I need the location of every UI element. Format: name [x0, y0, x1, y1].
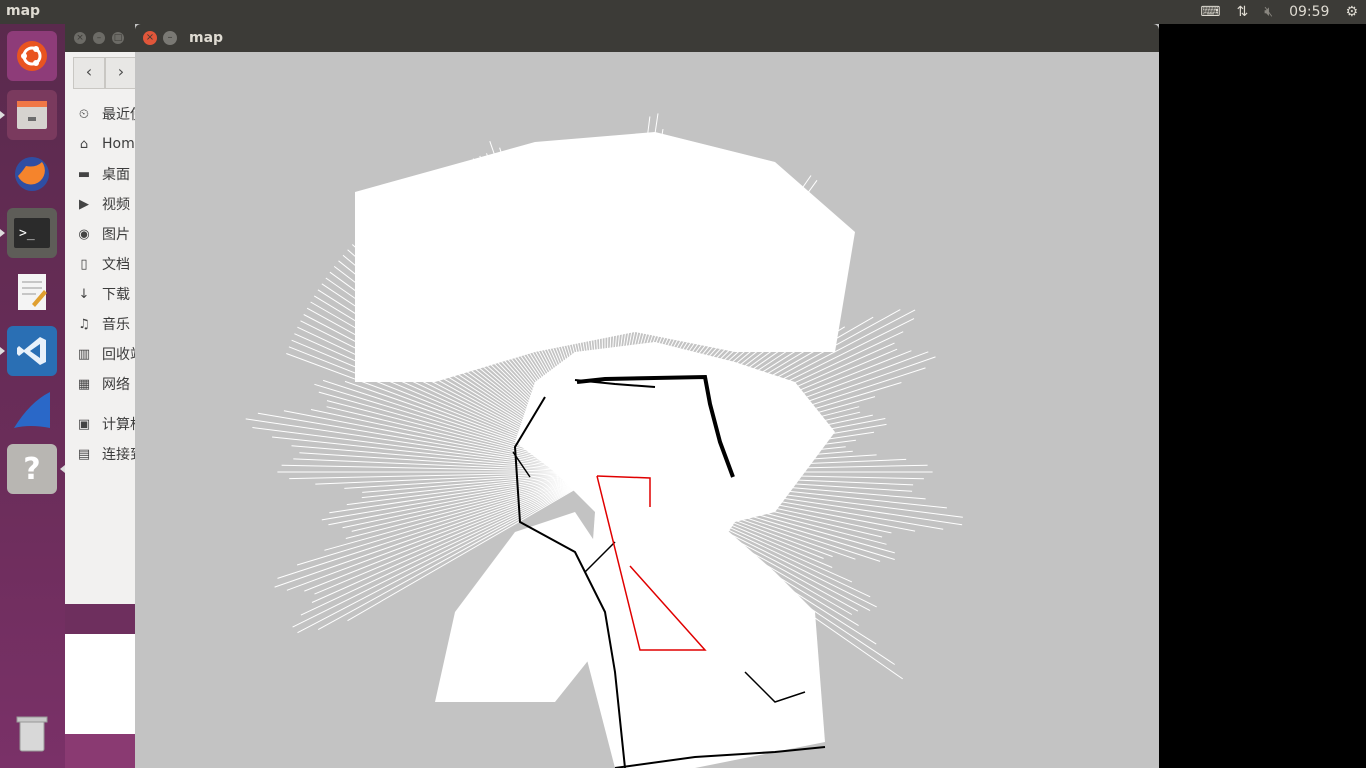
window-title: map: [189, 30, 224, 46]
sidebar-item-11[interactable]: ▤ 连接到: [75, 444, 144, 464]
forward-button[interactable]: ›: [105, 57, 137, 89]
trash-icon: ▥: [77, 346, 91, 362]
sidebar-item-1[interactable]: ⌂ Home: [75, 134, 143, 154]
files-window: × – □ ‹ › ⏲ 最近使 ⌂ Home ▬ 桌面 ▶ 视频 ◉ 图片 ▯ 文档 ↓ 下载 ♫ 音乐 ▥ 回收…: [65, 24, 145, 768]
computer-icon: ▣: [77, 416, 91, 432]
desktop-background: [65, 734, 145, 768]
sidebar-item-label: 图片: [102, 227, 130, 243]
sidebar-item-label: 视频: [102, 197, 130, 213]
sidebar-item-0[interactable]: ⏲ 最近使: [75, 104, 144, 124]
folder-icon: ▬: [77, 166, 91, 182]
files-status-bar: [65, 604, 145, 634]
sidebar-item-3[interactable]: ▶ 视频: [75, 194, 130, 214]
map-window: × – map: [135, 24, 1159, 768]
help-icon[interactable]: ?: [7, 444, 57, 494]
wireshark-icon[interactable]: [7, 385, 57, 435]
sidebar-item-4[interactable]: ◉ 图片: [75, 224, 130, 244]
sidebar-item-2[interactable]: ▬ 桌面: [75, 164, 130, 184]
document-icon: ▯: [80, 256, 88, 272]
files-close-icon[interactable]: ×: [74, 32, 86, 44]
files-content: [65, 634, 145, 734]
files-icon[interactable]: [7, 90, 57, 140]
network-icon[interactable]: ⇅: [1237, 4, 1249, 20]
sidebar-item-5[interactable]: ▯ 文档: [75, 254, 130, 274]
files-maximize-icon[interactable]: □: [112, 32, 124, 44]
top-panel: map ⌨ ⇅ 🔇︎ 09:59 ⚙: [0, 0, 1366, 24]
clock-icon: ⏲: [78, 106, 90, 122]
sidebar-item-10[interactable]: ▣ 计算机: [75, 414, 144, 434]
volume-muted-icon[interactable]: 🔇︎: [1264, 4, 1273, 20]
camera-icon: ◉: [78, 226, 90, 242]
ubuntu-logo-icon[interactable]: [7, 31, 57, 81]
sidebar-item-label: 网络: [102, 377, 130, 393]
sidebar-item-6[interactable]: ↓ 下载: [75, 284, 130, 304]
sidebar-item-label: 文档: [102, 257, 130, 273]
text-editor-icon[interactable]: [7, 267, 57, 317]
launcher: >_ ?: [0, 24, 65, 768]
home-icon: ⌂: [79, 136, 89, 152]
music-icon: ♫: [78, 316, 90, 332]
sidebar-item-9[interactable]: ▦ 网络: [75, 374, 130, 394]
clock[interactable]: 09:59: [1289, 4, 1329, 20]
files-titlebar: × – □: [65, 24, 145, 52]
sidebar-item-label: 下载: [102, 287, 130, 303]
network-icon: ▦: [77, 376, 91, 392]
settings-icon[interactable]: ⚙: [1345, 4, 1358, 20]
system-tray: ⌨ ⇅ 🔇︎ 09:59 ⚙: [1192, 0, 1366, 24]
active-app-title: map: [6, 3, 41, 19]
terminal-icon[interactable]: >_: [7, 208, 57, 258]
map-titlebar: × – map: [135, 24, 1159, 52]
files-minimize-icon[interactable]: –: [93, 32, 105, 44]
sidebar-item-7[interactable]: ♫ 音乐: [75, 314, 130, 334]
sidebar-item-label: 桌面: [102, 167, 130, 183]
server-icon: ▤: [77, 446, 91, 462]
occupancy-map[interactable]: [135, 52, 1159, 768]
firefox-icon[interactable]: [7, 149, 57, 199]
trash-icon[interactable]: [7, 708, 57, 758]
download-icon: ↓: [78, 286, 90, 302]
sidebar-item-label: 音乐: [102, 317, 130, 333]
sidebar-item-8[interactable]: ▥ 回收站: [75, 344, 144, 364]
video-icon: ▶: [79, 196, 89, 212]
vscode-icon[interactable]: [7, 326, 57, 376]
back-button[interactable]: ‹: [73, 57, 105, 89]
svg-text:>_: >_: [19, 226, 35, 241]
minimize-icon[interactable]: –: [163, 31, 177, 45]
close-icon[interactable]: ×: [143, 31, 157, 45]
keyboard-icon[interactable]: ⌨: [1200, 4, 1220, 20]
